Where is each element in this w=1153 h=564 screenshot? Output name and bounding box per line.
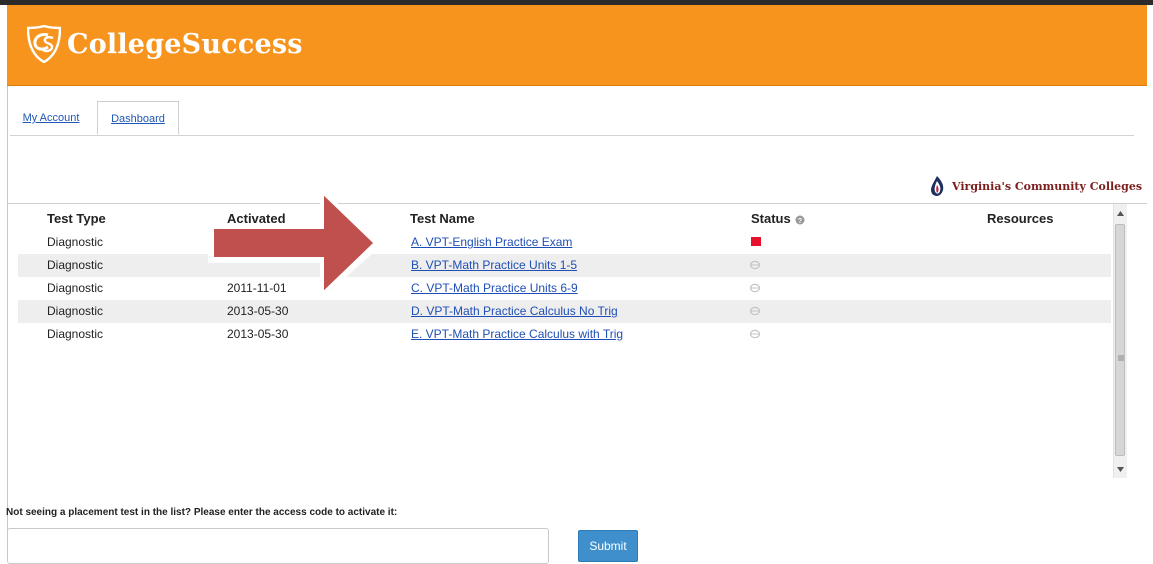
tab-my-account[interactable]: My Account <box>16 101 86 135</box>
vcc-flame-icon <box>931 176 944 196</box>
cell-activated: 2013-05-30 <box>227 304 289 318</box>
list-scrollbar[interactable] <box>1113 204 1127 478</box>
scroll-down-button[interactable] <box>1114 460 1127 478</box>
table-row: Diagnostic 2011-11-01 C. VPT-Math Practi… <box>18 277 1111 300</box>
cell-test-name: E. VPT-Math Practice Calculus with Trig <box>411 327 623 341</box>
column-test-name: Test Name <box>410 211 475 226</box>
content-left-border <box>7 86 8 558</box>
cell-test-type: Diagnostic <box>47 304 104 318</box>
triangle-up-icon <box>1117 210 1124 216</box>
test-list: Diagnostic A. VPT-English Practice Exam … <box>18 231 1111 346</box>
cell-test-name: B. VPT-Math Practice Units 1-5 <box>411 258 577 272</box>
cell-test-name: C. VPT-Math Practice Units 6-9 <box>411 281 578 295</box>
table-row: Diagnostic B. VPT-Math Practice Units 1-… <box>18 254 1111 277</box>
column-test-type: Test Type <box>47 211 106 226</box>
table-header: Test Type Activated Test Name Status? Re… <box>10 207 1110 229</box>
info-icon[interactable]: ? <box>795 215 805 225</box>
cell-test-name: A. VPT-English Practice Exam <box>411 235 572 249</box>
column-status: Status? <box>751 211 805 226</box>
grip-icon <box>1118 355 1124 361</box>
cs-shield-icon <box>27 25 61 63</box>
access-code-input[interactable] <box>7 528 549 564</box>
cell-activated: 2013-05-30 <box>227 327 289 341</box>
red-square-icon <box>751 237 761 246</box>
scroll-up-button[interactable] <box>1114 204 1127 222</box>
submit-button[interactable]: Submit <box>578 530 638 562</box>
tab-bar: My Account Dashboard <box>10 101 1134 136</box>
test-link-math-units-6-9[interactable]: C. VPT-Math Practice Units 6-9 <box>411 281 578 295</box>
activation-prompt: Not seeing a placement test in the list?… <box>6 507 398 518</box>
table-row: Diagnostic A. VPT-English Practice Exam <box>18 231 1111 254</box>
test-link-calculus-no-trig[interactable]: D. VPT-Math Practice Calculus No Trig <box>411 304 618 318</box>
cell-test-type: Diagnostic <box>47 258 104 272</box>
partner-logo: Virginia's Community Colleges <box>929 175 1142 197</box>
cell-test-type: Diagnostic <box>47 281 104 295</box>
column-resources: Resources <box>987 211 1054 226</box>
test-link-calculus-with-trig[interactable]: E. VPT-Math Practice Calculus with Trig <box>411 327 623 341</box>
gray-status-icon <box>749 283 761 293</box>
partner-name: Virginia's Community Colleges <box>952 179 1143 193</box>
cell-test-name: D. VPT-Math Practice Calculus No Trig <box>411 304 618 318</box>
divider <box>7 203 1147 204</box>
tab-dashboard[interactable]: Dashboard <box>97 101 179 135</box>
scroll-thumb[interactable] <box>1115 224 1125 456</box>
cell-test-type: Diagnostic <box>47 327 104 341</box>
site-header: CollegeSuccess <box>7 5 1147 86</box>
test-link-math-units-1-5[interactable]: B. VPT-Math Practice Units 1-5 <box>411 258 577 272</box>
triangle-down-icon <box>1117 466 1124 472</box>
column-status-label: Status <box>751 211 791 226</box>
brand-name: CollegeSuccess <box>67 28 303 60</box>
table-row: Diagnostic 2013-05-30 E. VPT-Math Practi… <box>18 323 1111 346</box>
svg-text:?: ? <box>798 218 802 225</box>
red-arrow-icon <box>208 186 380 300</box>
brand-logo[interactable]: CollegeSuccess <box>27 24 303 64</box>
gray-status-icon <box>749 260 761 270</box>
table-row: Diagnostic 2013-05-30 D. VPT-Math Practi… <box>18 300 1111 323</box>
cell-test-type: Diagnostic <box>47 235 104 249</box>
test-link-english[interactable]: A. VPT-English Practice Exam <box>411 235 572 249</box>
gray-status-icon <box>749 306 761 316</box>
gray-status-icon <box>749 329 761 339</box>
